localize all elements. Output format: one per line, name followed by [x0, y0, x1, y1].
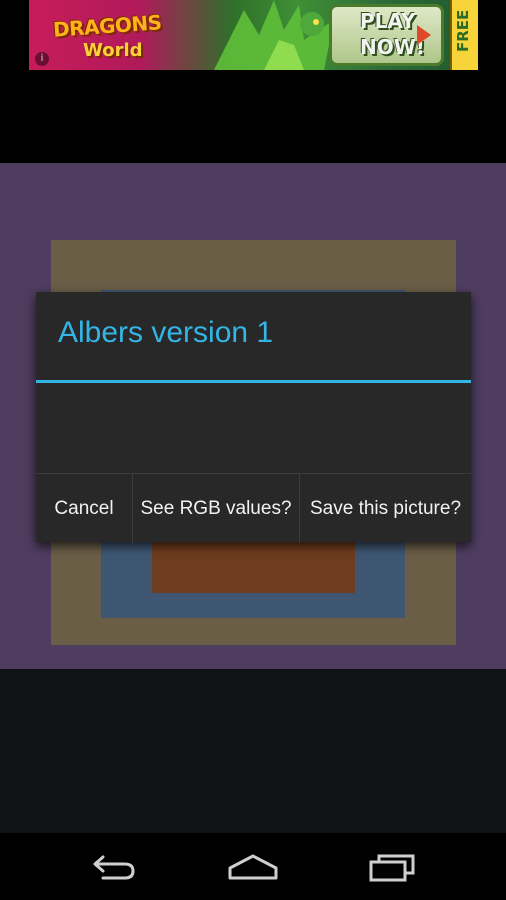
play-arrow-icon: [417, 25, 431, 45]
info-icon[interactable]: i: [35, 52, 49, 66]
save-picture-button[interactable]: Save this picture?: [299, 474, 471, 543]
ad-free-badge: FREE: [450, 0, 478, 70]
dialog-button-bar: Cancel See RGB values? Save this picture…: [36, 473, 471, 543]
albers-dialog: Albers version 1 Cancel See RGB values? …: [36, 292, 471, 543]
background-area: [0, 669, 506, 833]
ad-logo: DRAGONS World: [47, 8, 187, 64]
nav-recents-button[interactable]: [343, 833, 443, 900]
recents-icon: [369, 854, 415, 881]
nav-back-button[interactable]: [63, 833, 163, 900]
dialog-title: Albers version 1: [58, 316, 274, 349]
cancel-button[interactable]: Cancel: [36, 474, 132, 543]
see-rgb-values-button[interactable]: See RGB values?: [132, 474, 299, 543]
dialog-body: [36, 383, 471, 473]
home-icon: [228, 854, 278, 879]
ad-logo-line1: DRAGONS: [52, 10, 163, 42]
system-navigation-bar: [0, 833, 506, 900]
nav-home-button[interactable]: [203, 833, 303, 900]
back-icon: [93, 855, 135, 879]
ad-play-now-button[interactable]: PLAY NOW!: [329, 4, 444, 66]
ad-cta-line2: NOW!: [360, 35, 425, 59]
ad-banner[interactable]: DRAGONS World PLAY NOW! FREE i: [29, 0, 478, 70]
app-screen: DRAGONS World PLAY NOW! FREE i Albers ve…: [0, 0, 506, 900]
ad-cta-line1: PLAY: [360, 9, 416, 33]
ad-free-label: FREE: [454, 9, 472, 52]
ad-logo-line2: World: [83, 40, 143, 61]
